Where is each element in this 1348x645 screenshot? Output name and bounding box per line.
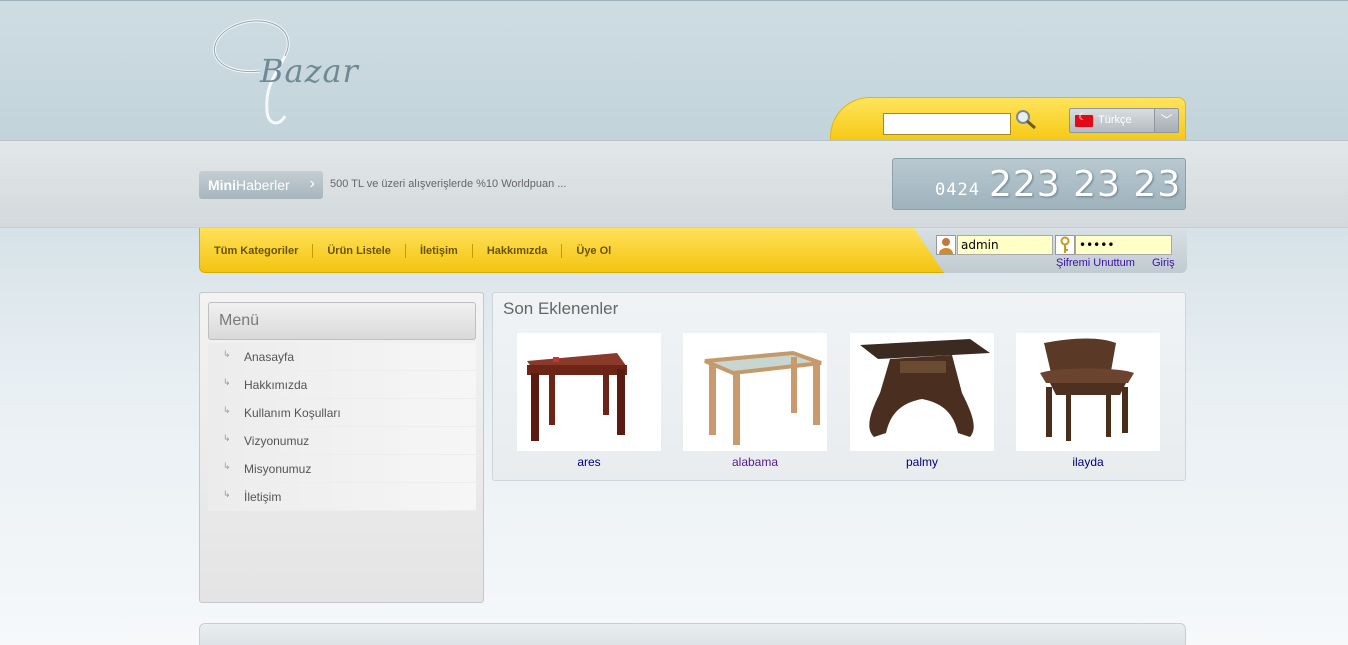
chevron-down-icon[interactable]: ﹀ [1154, 109, 1178, 132]
product-image-table-alabama[interactable] [683, 333, 827, 451]
product-name[interactable]: ilayda [1016, 455, 1160, 469]
nav-items: Tüm Kategoriler Ürün Listele İletişim Ha… [200, 228, 625, 273]
sidebar-item-terms[interactable]: ↳ Kullanım Koşulları [208, 399, 476, 427]
login-link[interactable]: Giriş [1152, 257, 1175, 269]
phone-number: 223 23 23 [989, 164, 1182, 205]
sidebar-item-vision[interactable]: ↳ Vizyonumuz [208, 427, 476, 455]
sidebar-item-about[interactable]: ↳ Hakkımızda [208, 371, 476, 399]
language-select[interactable]: Türkçe ﹀ [1069, 108, 1179, 133]
password-field[interactable] [1075, 235, 1172, 255]
menu-list: ↳ Anasayfa ↳ Hakkımızda ↳ Kullanım Koşul… [208, 343, 476, 511]
product-name[interactable]: alabama [683, 455, 827, 469]
menu-header: Menü [208, 302, 476, 340]
logo[interactable]: Bazar [205, 16, 365, 131]
phone-prefix: 0424 [935, 180, 980, 200]
main-nav: Tüm Kategoriler Ürün Listele İletişim Ha… [199, 228, 1187, 273]
footer [199, 623, 1186, 645]
sidebar-item-home[interactable]: ↳ Anasayfa [208, 343, 476, 371]
product-card: palmy [850, 333, 994, 469]
sidebar-item-mission[interactable]: ↳ Misyonumuz [208, 455, 476, 483]
product-name[interactable]: palmy [850, 455, 994, 469]
search-bar: Türkçe ﹀ [830, 97, 1186, 140]
products-title: Son Eklenenler [503, 299, 619, 318]
sidebar-item-label: İletişim [244, 490, 282, 504]
logo-text: Bazar [260, 52, 359, 90]
bullet-arrow-icon: ↳ [223, 350, 231, 360]
mini-news-label[interactable]: MiniHaberler › [199, 171, 323, 199]
product-card: ares [517, 333, 661, 469]
product-image-table-palmy[interactable] [850, 333, 994, 451]
news-ticker-text[interactable]: 500 TL ve üzeri alışverişlerde %10 World… [330, 178, 566, 190]
search-icon [1016, 110, 1036, 130]
chevron-right-icon: › [309, 175, 315, 192]
bullet-arrow-icon: ↳ [223, 462, 231, 472]
sidebar-item-label: Misyonumuz [244, 462, 312, 476]
product-card: alabama [683, 333, 827, 469]
product-card: ilayda [1016, 333, 1160, 469]
login-form: Şifremi Unuttum Giriş [914, 228, 1187, 273]
menu-title: Menü [219, 312, 260, 329]
product-image-table-ares[interactable] [517, 333, 661, 451]
search-input[interactable] [883, 113, 1011, 135]
language-label: Türkçe [1098, 114, 1132, 126]
search-button[interactable] [1014, 108, 1038, 132]
forgot-password-link[interactable]: Şifremi Unuttum [1056, 257, 1135, 269]
nav-item-about[interactable]: Hakkımızda [473, 243, 563, 258]
nav-item-product-list[interactable]: Ürün Listele [313, 243, 406, 258]
bullet-arrow-icon: ↳ [223, 406, 231, 416]
nav-item-all-categories[interactable]: Tüm Kategoriler [200, 243, 314, 258]
nav-item-register[interactable]: Üye Ol [562, 244, 625, 258]
sidebar-item-label: Vizyonumuz [244, 434, 310, 448]
username-field[interactable] [957, 235, 1053, 255]
key-icon [1055, 235, 1075, 255]
nav-item-contact[interactable]: İletişim [406, 243, 473, 258]
mini-news-label-bold: Mini [208, 177, 236, 193]
sidebar-menu: Menü ↳ Anasayfa ↳ Hakkımızda ↳ Kullanım … [199, 292, 484, 603]
turkey-flag-icon [1075, 112, 1093, 127]
sidebar-item-label: Anasayfa [244, 350, 295, 364]
product-image-chair-ilayda[interactable] [1016, 333, 1160, 451]
sidebar-item-label: Hakkımızda [244, 378, 308, 392]
mini-news-label-rest: Haberler [236, 177, 290, 193]
bullet-arrow-icon: ↳ [223, 490, 231, 500]
user-icon [936, 235, 956, 255]
sidebar-item-contact[interactable]: ↳ İletişim [208, 483, 476, 511]
bullet-arrow-icon: ↳ [223, 434, 231, 444]
bullet-arrow-icon: ↳ [223, 378, 231, 388]
product-name[interactable]: ares [517, 455, 661, 469]
sidebar-item-label: Kullanım Koşulları [244, 406, 341, 420]
recent-products-panel: Son Eklenenler ares alabama palmy ilayda [492, 292, 1186, 481]
phone-display: 0424 223 23 23 [892, 158, 1186, 210]
